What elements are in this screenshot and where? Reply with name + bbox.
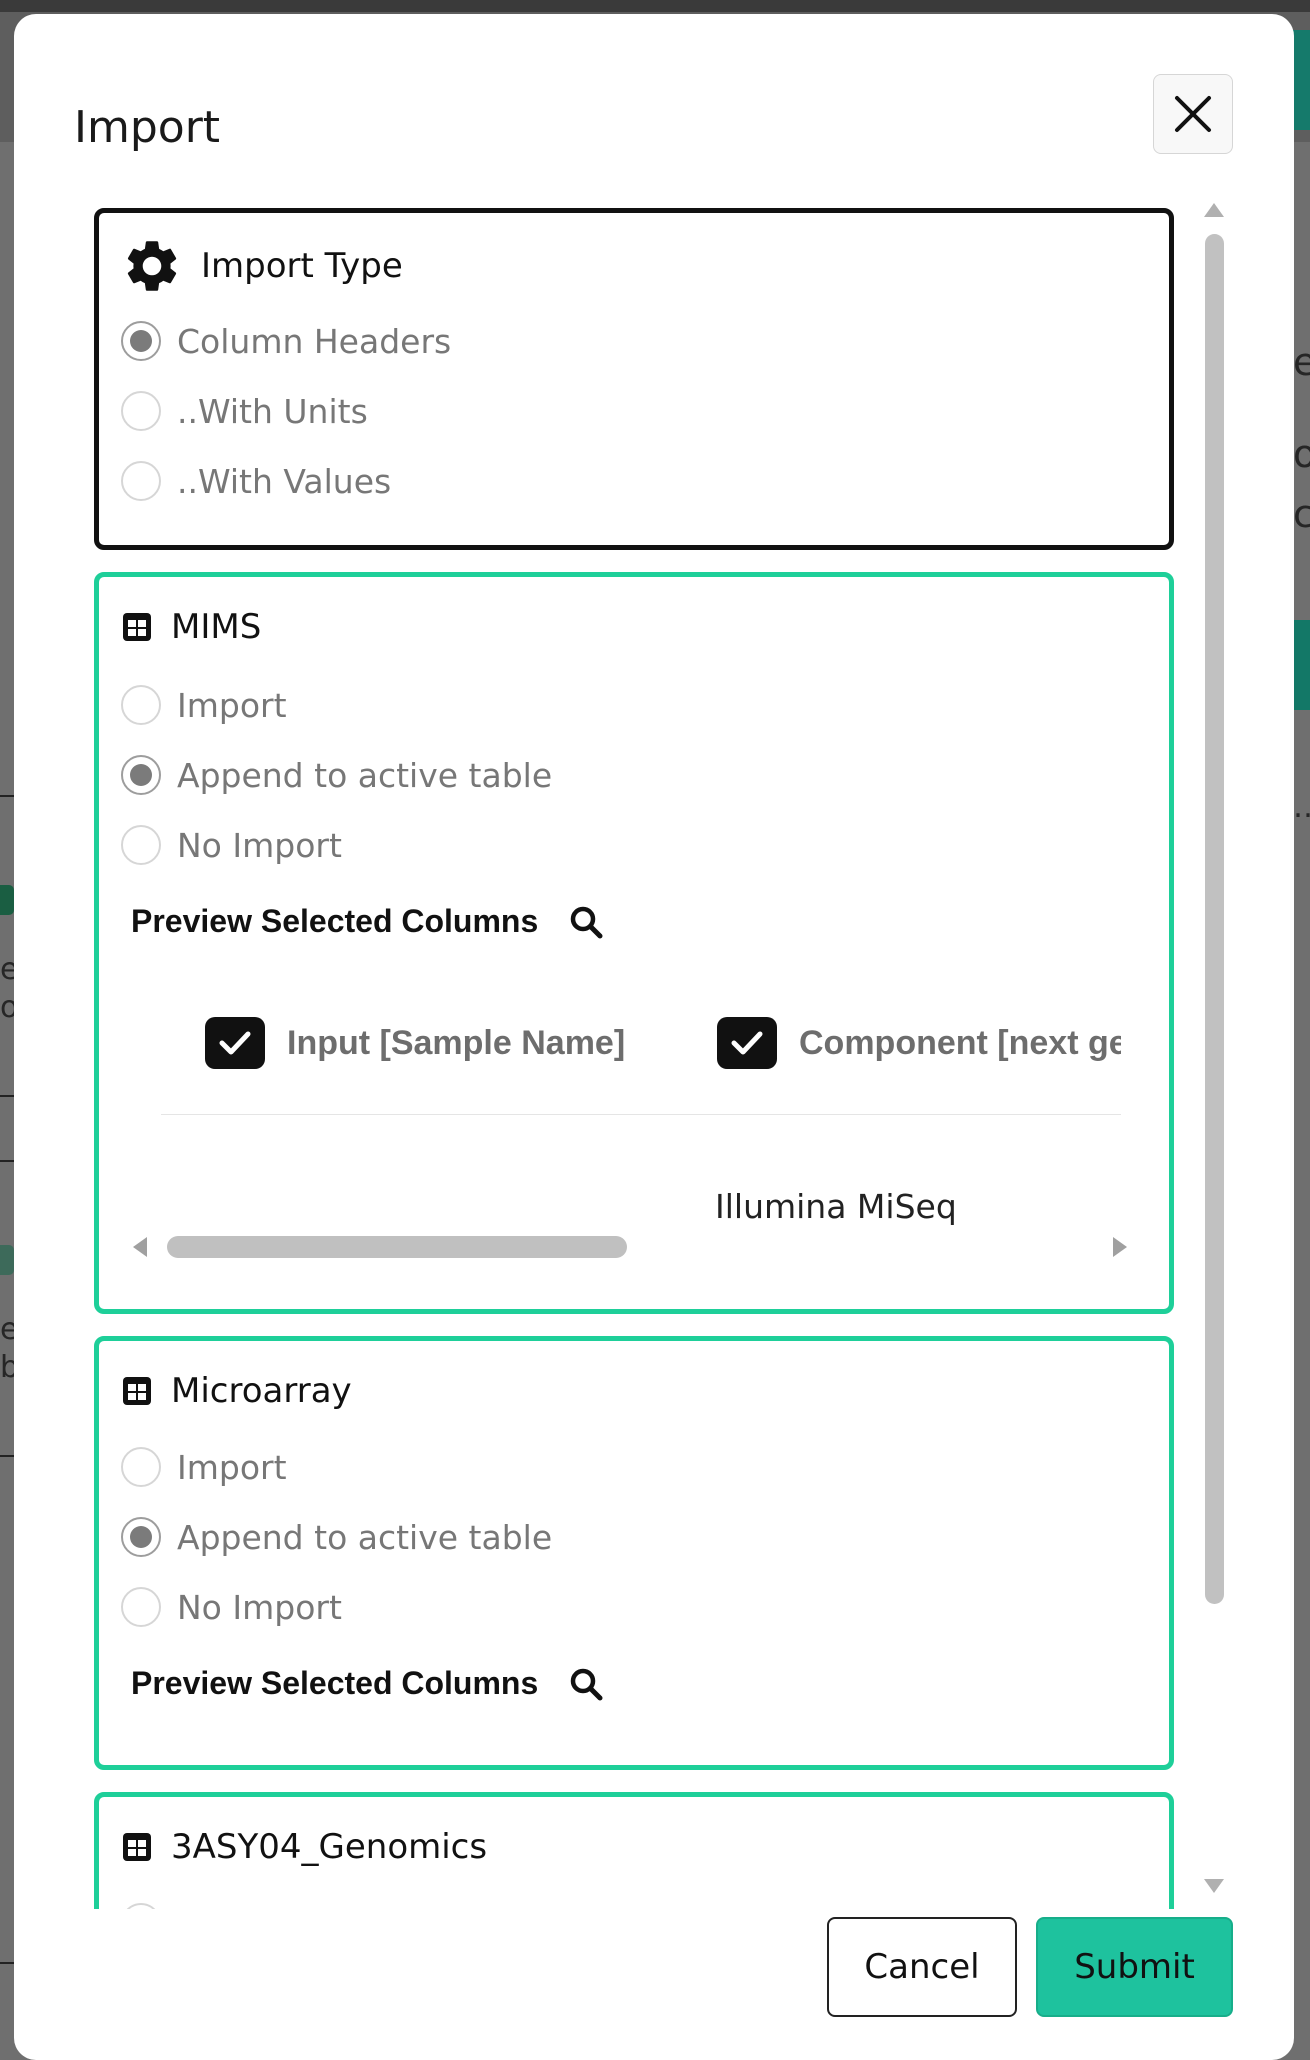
column-checkbox[interactable] [717,1017,777,1069]
radio-button-checked[interactable] [121,321,161,361]
background-divider [0,795,14,797]
import-type-title: Import Type [201,246,403,286]
table-panel-3asy04-genomics: 3ASY04_Genomics [94,1792,1174,1909]
horizontal-scroll-thumb[interactable] [167,1236,627,1258]
table-icon [123,1833,151,1861]
radio-button-checked[interactable] [121,1517,161,1557]
radio-column-headers[interactable]: Column Headers [121,321,451,361]
preview-column-header: Component [next gen [717,1017,1121,1069]
preview-column-header: Input [Sample Name] [205,1017,625,1069]
search-icon [571,906,603,938]
import-scroll-area[interactable]: Import Type Column Headers ..With Units … [94,194,1194,1909]
radio-button[interactable] [121,1447,161,1487]
background-text: o [1293,432,1310,476]
gear-icon [127,241,177,291]
radio-button[interactable] [121,685,161,725]
radio-label: Import [177,685,287,725]
background-text: … [1293,790,1310,825]
preview-label: Preview Selected Columns [131,903,539,939]
radio-label: ..With Units [177,391,368,431]
background-text: c [1293,492,1310,536]
background-chip [0,885,14,915]
horizontal-scrollbar[interactable] [131,1227,1131,1267]
preview-cell: Illumina MiSeq [715,1187,957,1226]
radio-with-units[interactable]: ..With Units [121,391,368,431]
background-divider [0,1160,14,1162]
preview-selected-columns[interactable]: Preview Selected Columns [131,903,604,940]
radio-label: Column Headers [177,321,452,361]
radio-no-import[interactable]: No Import [121,825,342,865]
cancel-button[interactable]: Cancel [827,1917,1017,2017]
scroll-down-arrow-icon[interactable] [1202,1877,1226,1897]
radio-button-checked[interactable] [121,755,161,795]
import-modal: Import Import Type Column Headers ..With… [14,14,1294,2060]
mims-header: MIMS [121,607,261,647]
column-title: Input [Sample Name] [287,1023,626,1062]
background-divider [0,1962,14,1964]
table-panel-mims: MIMS Import Append to active table No Im… [94,572,1174,1314]
radio-with-values[interactable]: ..With Values [121,461,391,501]
table-title: Microarray [171,1371,352,1411]
table-title: 3ASY04_Genomics [171,1827,488,1867]
check-icon [219,1031,251,1055]
scroll-left-arrow-icon[interactable] [131,1235,151,1259]
table-icon [123,613,151,641]
radio-label: No Import [177,825,342,865]
close-button[interactable] [1153,74,1233,154]
check-icon [731,1031,763,1055]
radio-import[interactable]: Import [121,1447,287,1487]
import-type-header: Import Type [121,235,403,297]
radio-button[interactable] [121,461,161,501]
vertical-scrollbar[interactable] [1199,194,1229,1909]
column-checkbox[interactable] [205,1017,265,1069]
scroll-up-arrow-icon[interactable] [1202,199,1226,219]
radio-no-import[interactable]: No Import [121,1587,342,1627]
radio-label: No Import [177,1587,342,1627]
radio-import[interactable]: Import [121,685,287,725]
column-title: Component [next gen [799,1023,1121,1062]
preview-table: Input [Sample Name] Component [next gen … [161,997,1121,1242]
radio-append-to-active-table[interactable]: Append to active table [121,1517,552,1557]
radio-label: Append to active table [177,1517,553,1557]
scroll-right-arrow-icon[interactable] [1109,1235,1129,1259]
radio-label: ..With Values [177,461,392,501]
radio-label: Append to active table [177,755,553,795]
import-type-panel: Import Type Column Headers ..With Units … [94,208,1174,550]
close-icon [1175,96,1211,132]
background-divider [0,1455,14,1457]
radio-append-to-active-table[interactable]: Append to active table [121,755,552,795]
table-panel-microarray: Microarray Import Append to active table… [94,1336,1174,1770]
background-topbar [0,0,1310,12]
modal-title: Import [74,102,221,153]
radio-button[interactable] [121,391,161,431]
radio-button[interactable] [121,1903,161,1909]
radio-button[interactable] [121,1587,161,1627]
radio-label: Import [177,1447,287,1487]
genomics-header: 3ASY04_Genomics [121,1827,487,1867]
background-text: e [1293,340,1310,384]
preview-label: Preview Selected Columns [131,1665,539,1701]
microarray-header: Microarray [121,1371,352,1411]
preview-selected-columns[interactable]: Preview Selected Columns [131,1665,604,1702]
preview-divider [161,1114,1121,1115]
vertical-scroll-thumb[interactable] [1205,234,1224,1604]
table-icon [123,1377,151,1405]
background-divider [0,1095,14,1097]
submit-button[interactable]: Submit [1036,1917,1233,2017]
radio-button[interactable] [121,825,161,865]
background-chip [0,1245,14,1275]
table-title: MIMS [171,607,262,647]
search-icon [571,1668,603,1700]
